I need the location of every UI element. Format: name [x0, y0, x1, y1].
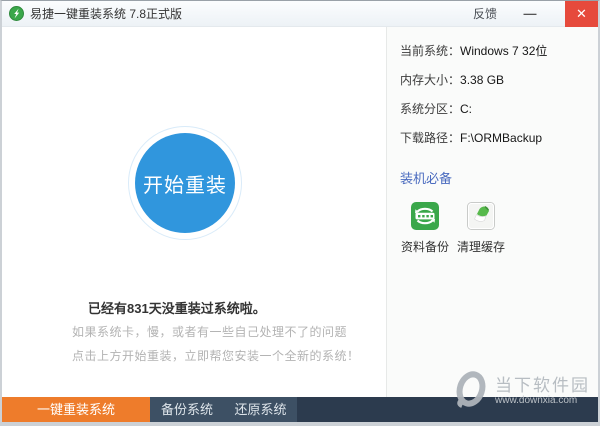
hint-line-1: 如果系统卡，慢，或者有一些自己处理不了的问题 [72, 323, 347, 340]
window-title: 易捷一键重装系统 7.8正式版 [30, 5, 182, 22]
app-logo-icon [9, 6, 24, 21]
info-row-current-system: 当前系统：Windows 7 32位 [400, 37, 598, 66]
info-value: Windows 7 32位 [460, 44, 547, 58]
info-value: F:\ORMBackup [460, 131, 542, 145]
data-backup-icon [400, 202, 450, 230]
start-reinstall-button[interactable]: 开始重装 [135, 133, 235, 233]
hint-line-2: 点击上方开始重装，立即帮您安装一个全新的系统！ [72, 347, 360, 364]
info-label: 系统分区： [400, 102, 460, 116]
essentials-title: 装机必备 [400, 168, 598, 187]
app-window: 易捷一键重装系统 7.8正式版 反馈 — ✕ 开始重装 已经有831天没重装过系… [0, 0, 600, 426]
title-bar: 易捷一键重装系统 7.8正式版 反馈 — ✕ [2, 1, 598, 27]
close-button[interactable]: ✕ [565, 1, 598, 27]
shortcut-label: 清理缓存 [456, 238, 506, 255]
start-button-ring: 开始重装 [128, 126, 242, 240]
data-backup-shortcut[interactable]: 资料备份 [400, 202, 450, 255]
bottom-tab-bar: 一键重装系统 备份系统 还原系统 [2, 397, 598, 422]
tab-one-click-reinstall[interactable]: 一键重装系统 [2, 397, 150, 422]
essentials-shortcuts: 资料备份 清理缓存 [400, 202, 598, 255]
info-value: 3.38 GB [460, 73, 504, 87]
info-row-download-path: 下载路径：F:\ORMBackup [400, 124, 598, 153]
info-row-system-partition: 系统分区：C: [400, 95, 598, 124]
tabbar-filler [297, 397, 598, 422]
clear-cache-icon [456, 202, 506, 230]
info-label: 内存大小： [400, 73, 460, 87]
titlebar-controls: 反馈 — ✕ [473, 1, 598, 26]
days-since-reinstall-text: 已经有831天没重装过系统啦。 [88, 298, 266, 317]
info-label: 当前系统： [400, 44, 460, 58]
main-area: 开始重装 已经有831天没重装过系统啦。 如果系统卡，慢，或者有一些自己处理不了… [2, 27, 598, 397]
reinstall-panel: 开始重装 已经有831天没重装过系统啦。 如果系统卡，慢，或者有一些自己处理不了… [2, 27, 386, 397]
info-row-memory-size: 内存大小：3.38 GB [400, 66, 598, 95]
shortcut-label: 资料备份 [400, 238, 450, 255]
tab-backup-system[interactable]: 备份系统 [150, 397, 224, 422]
system-info-panel: 当前系统：Windows 7 32位 内存大小：3.38 GB 系统分区：C: … [386, 27, 598, 397]
tab-restore-system[interactable]: 还原系统 [224, 397, 297, 422]
feedback-button[interactable]: 反馈 [473, 5, 497, 22]
clear-cache-shortcut[interactable]: 清理缓存 [456, 202, 506, 255]
info-value: C: [460, 102, 472, 116]
info-label: 下载路径： [400, 131, 460, 145]
minimize-button[interactable]: — [519, 1, 541, 27]
